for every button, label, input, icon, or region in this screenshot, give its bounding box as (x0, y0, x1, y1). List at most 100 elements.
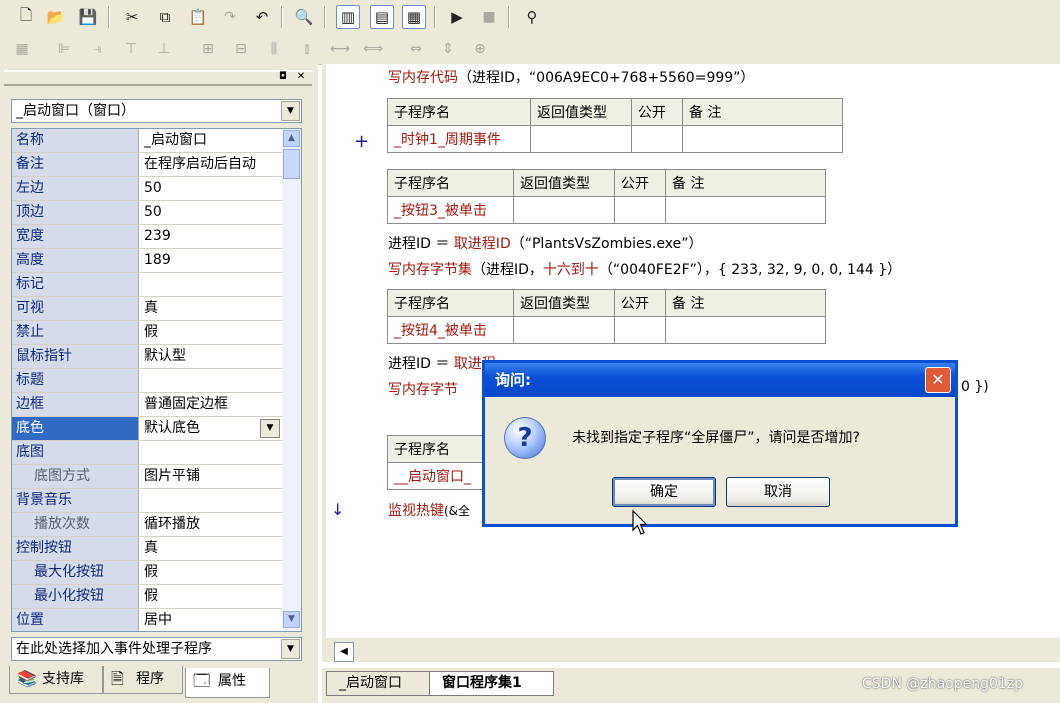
align-top-icon[interactable]: ⊤ (119, 37, 143, 61)
align-right-icon[interactable]: ⫣ (86, 37, 110, 61)
object-selector[interactable]: _启动窗口（窗口） ▼ (11, 99, 302, 123)
property-value[interactable]: 239 (141, 225, 284, 248)
property-row[interactable]: 位置 居中 (12, 609, 284, 631)
property-row[interactable]: 高度 189 (12, 249, 282, 273)
space-vertical-icon[interactable]: ⟺ (361, 37, 385, 61)
resize-both-icon[interactable]: ⊕ (468, 37, 492, 61)
property-row[interactable]: 标题 (12, 369, 282, 393)
align-bottom-icon[interactable]: ⊥ (152, 37, 176, 61)
same-height-icon[interactable]: ⫾ (295, 37, 319, 61)
find-icon[interactable]: 🔍 (292, 5, 316, 29)
property-row[interactable]: 控制按钮 真 (12, 537, 282, 561)
property-row[interactable]: 左边 50 (12, 177, 282, 201)
layout-panel-bottom-icon[interactable]: ▤ (370, 5, 394, 29)
ok-button[interactable]: 确定 (612, 477, 716, 507)
new-file-icon[interactable]: 🗋 (14, 5, 38, 29)
property-value[interactable]: 假 (141, 321, 284, 344)
tab-support-library[interactable]: 📚 支持库 (9, 666, 103, 694)
code-line[interactable]: 写内存字节集（进程ID，十六到十（“0040FE2F”），{ 233, 32, … (388, 259, 901, 279)
property-row[interactable]: 禁止 假 (12, 321, 282, 345)
property-row[interactable]: 背景音乐 (12, 489, 282, 513)
property-value[interactable]: 真 (141, 537, 284, 560)
redo-icon[interactable]: ↷ (218, 5, 242, 29)
property-row[interactable]: 最大化按钮 假 (12, 561, 282, 585)
property-value[interactable]: 189 (141, 249, 284, 272)
subroutine-name[interactable]: _时钟1_周期事件 (387, 125, 531, 153)
paste-icon[interactable]: 📋 (186, 5, 210, 29)
tab-startup-window[interactable]: _启动窗口 (326, 671, 431, 696)
tab-window-assembly[interactable]: 窗口程序集1 (429, 671, 554, 696)
stop-icon[interactable]: ■ (477, 5, 501, 29)
property-value[interactable] (141, 489, 284, 512)
property-row[interactable]: 边框 普通固定边框 (12, 393, 282, 417)
save-icon[interactable]: 💾 (76, 5, 100, 29)
property-value[interactable]: 50 (141, 201, 284, 224)
center-horizontal-icon[interactable]: ⊞ (196, 37, 220, 61)
property-scrollbar[interactable]: ▲ ▼ (282, 129, 301, 631)
property-row[interactable]: 名称 _启动窗口 (12, 129, 282, 153)
property-row[interactable]: 备注 在程序启动后自动 (12, 153, 282, 177)
cancel-button[interactable]: 取消 (726, 477, 830, 507)
align-grid-icon[interactable]: ▦ (10, 37, 34, 61)
property-row[interactable]: 底图 (12, 441, 282, 465)
property-value[interactable]: 图片平铺 (141, 465, 284, 488)
code-line[interactable]: 写内存代码（进程ID，“006A9EC0+768+5560=999”） (388, 67, 754, 87)
copy-icon[interactable]: ⧉ (153, 5, 177, 29)
code-line[interactable]: 监视热键(&全 (388, 500, 470, 520)
scroll-left-icon[interactable]: ◀ (334, 642, 354, 662)
resize-width-icon[interactable]: ⇔ (404, 37, 428, 61)
tab-properties[interactable]: 🗔 属性 (185, 668, 270, 698)
align-left-icon[interactable]: ⊫ (52, 37, 76, 61)
layout-panel-grid-icon[interactable]: ▦ (402, 5, 426, 29)
subroutine-name[interactable]: __启动窗口_ (387, 462, 498, 490)
property-row[interactable]: 底图方式 图片平铺 (12, 465, 282, 489)
resize-height-icon[interactable]: ⇕ (436, 37, 460, 61)
run-icon[interactable]: ▶ (445, 5, 469, 29)
event-selector[interactable]: 在此处选择加入事件处理子程序 ▼ (11, 637, 302, 661)
scroll-thumb[interactable] (283, 149, 300, 179)
property-value[interactable]: 真 (141, 297, 284, 320)
property-value[interactable]: _启动窗口 (141, 129, 284, 152)
cut-icon[interactable]: ✂ (120, 5, 144, 29)
subroutine-name[interactable]: _按钮3_被单击 (387, 196, 514, 224)
tab-program[interactable]: 🗎 程序 (103, 666, 183, 694)
property-value[interactable] (141, 369, 284, 392)
property-value[interactable]: 默认型 (141, 345, 284, 368)
property-value[interactable]: 循环播放 (141, 513, 284, 536)
chevron-down-icon[interactable]: ▼ (260, 419, 280, 438)
subroutine-name[interactable]: _按钮4_被单击 (387, 316, 514, 344)
open-folder-icon[interactable]: 📂 (44, 5, 68, 29)
space-horizontal-icon[interactable]: ⟷ (328, 37, 352, 61)
property-value[interactable] (141, 441, 284, 464)
property-value[interactable]: 50 (141, 177, 284, 200)
undo-icon[interactable]: ↶ (250, 5, 274, 29)
dialog-title[interactable]: 询问: (485, 363, 955, 397)
property-row[interactable]: 最小化按钮 假 (12, 585, 282, 609)
scroll-up-icon[interactable]: ▲ (283, 130, 300, 147)
property-row[interactable]: 宽度 239 (12, 225, 282, 249)
code-line[interactable]: 写内存字节 (388, 379, 458, 399)
property-row[interactable]: 可视 真 (12, 297, 282, 321)
panel-restore-icon[interactable]: ◘ (276, 70, 290, 84)
property-row[interactable]: 鼠标指针 默认型 (12, 345, 282, 369)
editor-horizontal-scrollbar[interactable] (322, 638, 1060, 662)
scroll-down-icon[interactable]: ▼ (283, 611, 300, 628)
panel-grip[interactable] (4, 70, 312, 86)
center-vertical-icon[interactable]: ⊟ (229, 37, 253, 61)
debug-binoculars-icon[interactable]: ⚲ (520, 5, 544, 29)
expand-plus-icon[interactable]: + (354, 131, 369, 152)
same-width-icon[interactable]: ⫼ (262, 37, 286, 61)
property-value[interactable]: 假 (141, 561, 284, 584)
property-row[interactable]: 播放次数 循环播放 (12, 513, 282, 537)
property-row[interactable]: 顶边 50 (12, 201, 282, 225)
code-line[interactable]: 进程ID ＝ 取进程 (388, 353, 496, 373)
chevron-down-icon[interactable]: ▼ (281, 639, 300, 659)
code-line[interactable]: 进程ID ＝ 取进程ID（“PlantsVsZombies.exe”） (388, 233, 702, 253)
property-value[interactable]: 在程序启动后自动 (141, 153, 284, 176)
property-row-selected[interactable]: 底色 默认底色 ▼ (12, 417, 282, 441)
property-value[interactable]: 普通固定边框 (141, 393, 284, 416)
property-value[interactable]: 居中 (141, 609, 284, 631)
property-value[interactable]: 假 (141, 585, 284, 608)
property-value[interactable] (141, 273, 284, 296)
chevron-down-icon[interactable]: ▼ (281, 101, 300, 121)
